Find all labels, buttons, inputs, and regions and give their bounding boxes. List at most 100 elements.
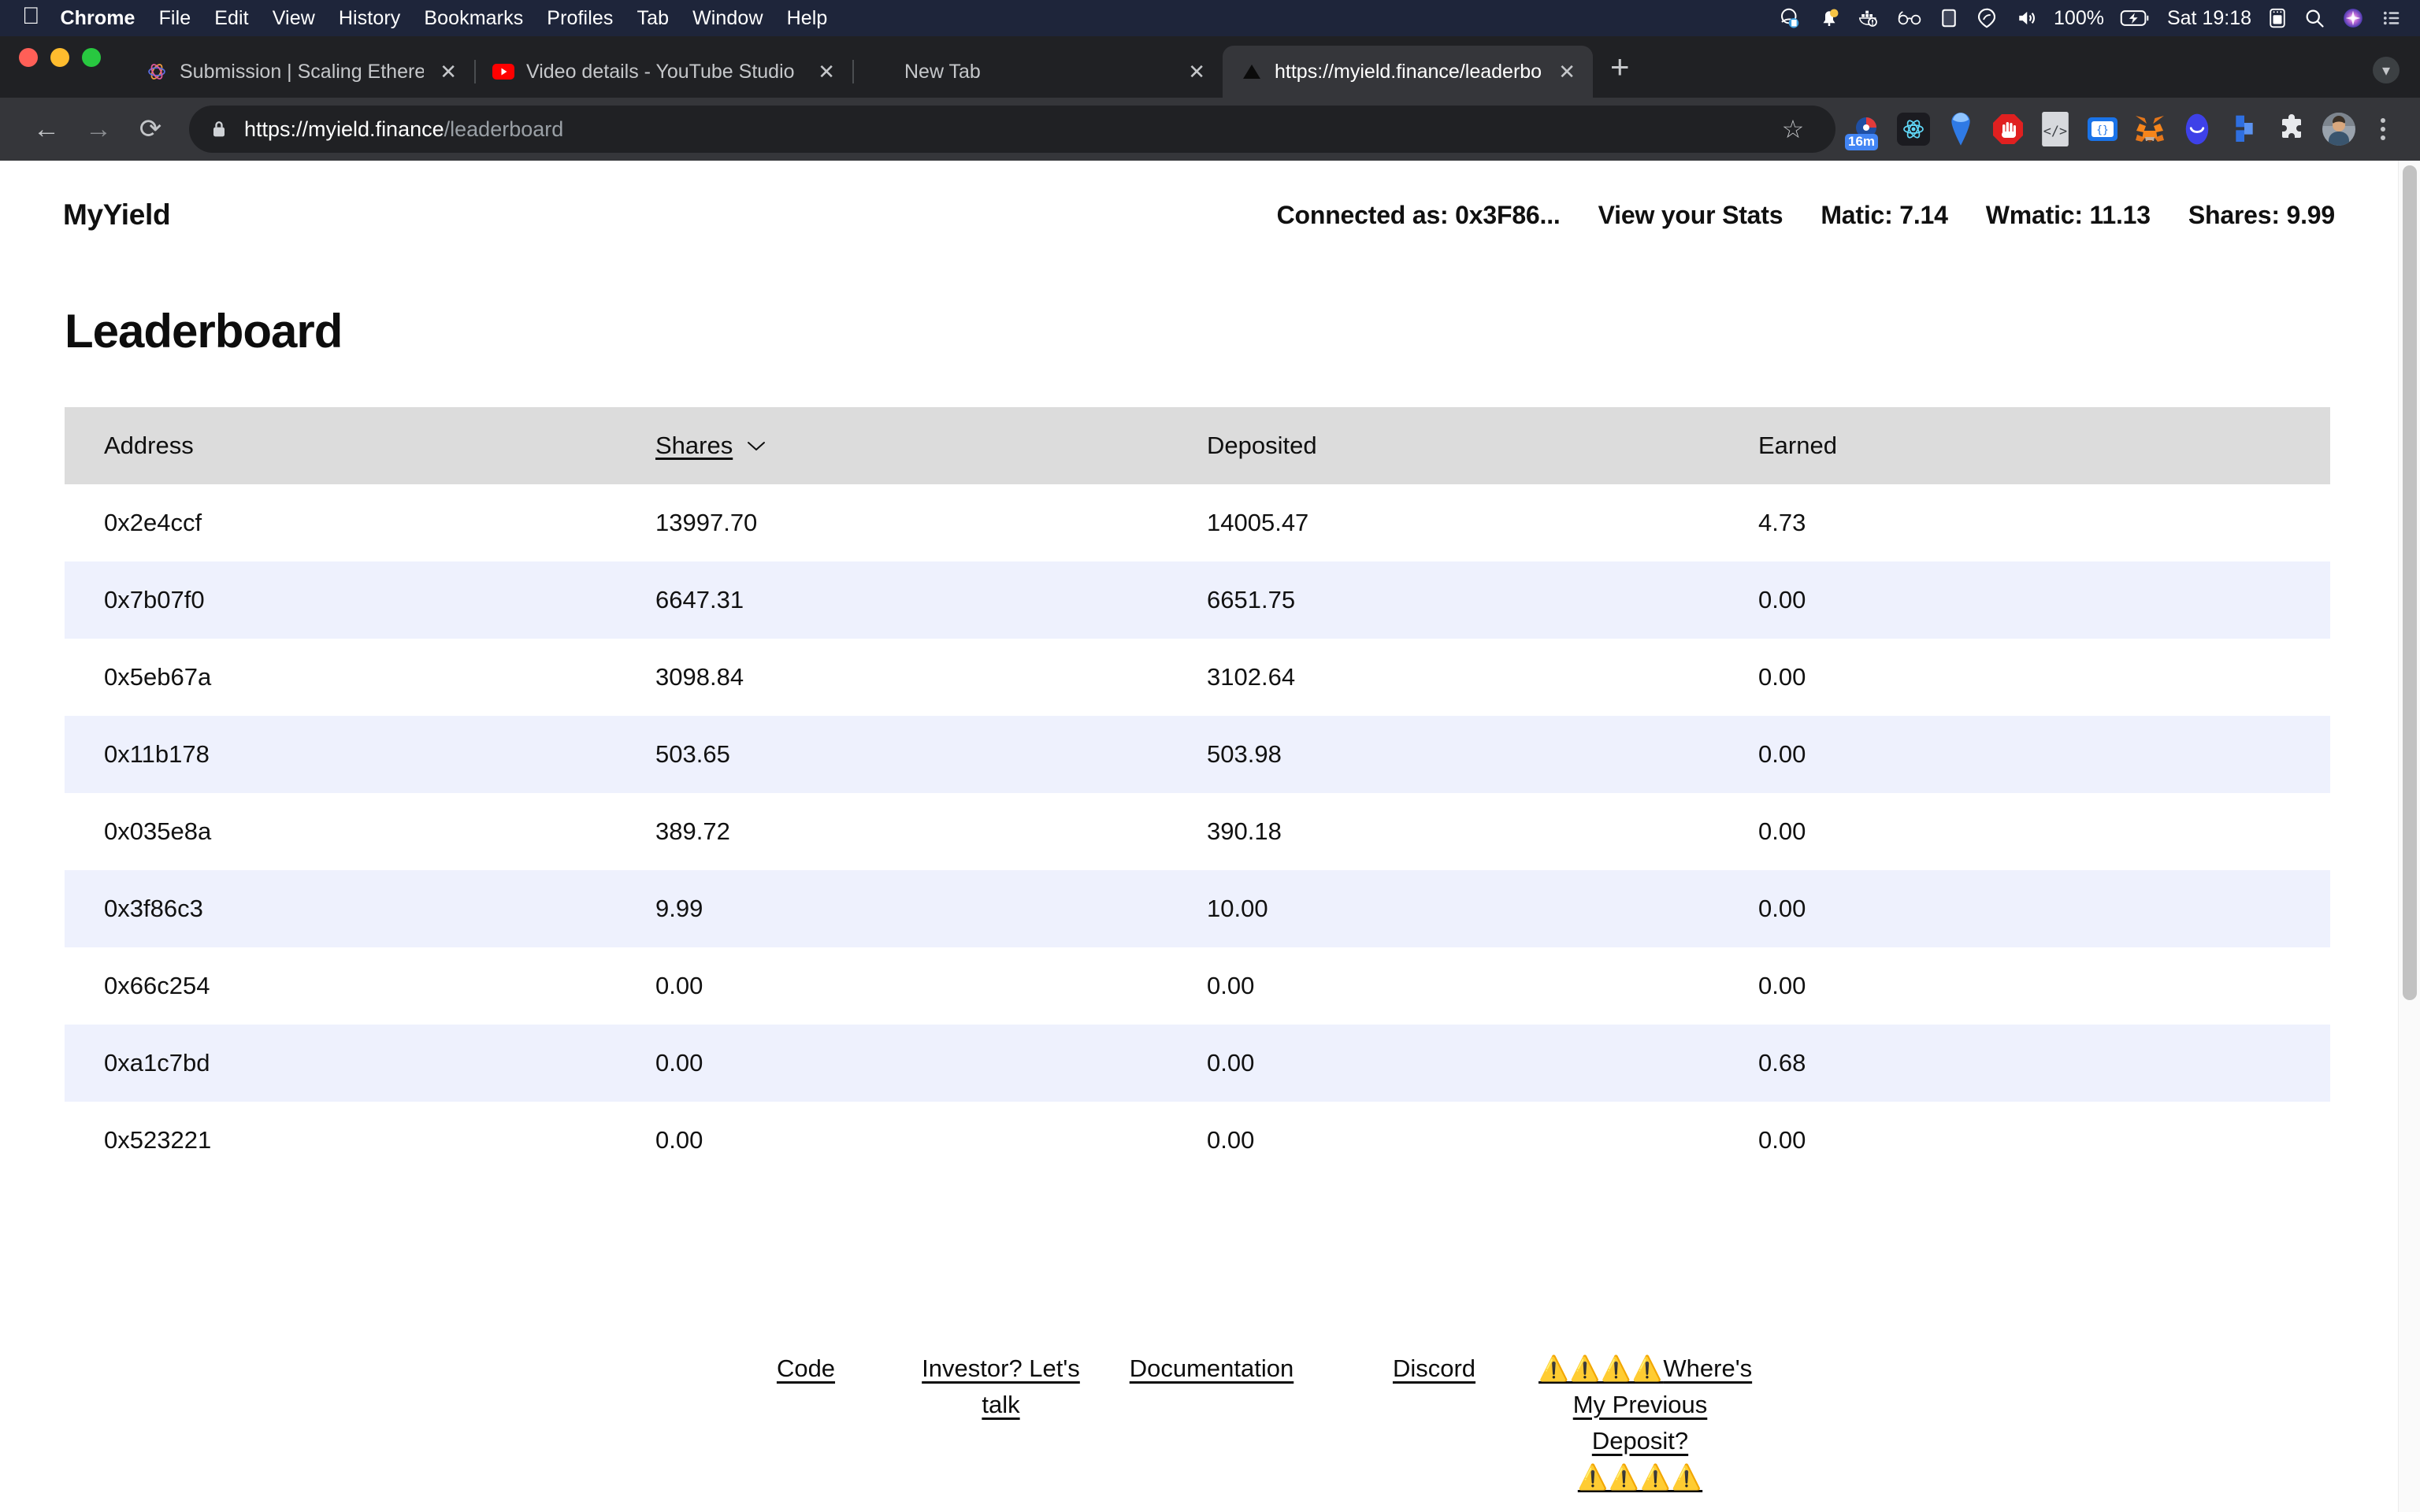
browser-tab-new-tab[interactable]: New Tab ✕ bbox=[852, 46, 1223, 98]
footer-link-investor[interactable]: Investor? Let's talk bbox=[908, 1351, 1093, 1423]
tab-close-icon[interactable]: ✕ bbox=[813, 61, 840, 82]
tab-close-icon[interactable]: ✕ bbox=[1183, 61, 1210, 82]
window-close-button[interactable] bbox=[19, 48, 38, 67]
menubar-item-view[interactable]: View bbox=[273, 7, 315, 30]
window-minimize-button[interactable] bbox=[50, 48, 69, 67]
display-icon[interactable] bbox=[1939, 6, 1959, 30]
clock-label[interactable]: Sat 19:18 bbox=[2167, 7, 2251, 30]
view-your-stats-link[interactable]: View your Stats bbox=[1598, 201, 1783, 230]
column-header-shares-label: Shares bbox=[655, 432, 733, 459]
code-brackets-extension-icon[interactable]: </> bbox=[2036, 109, 2075, 149]
notification-bell-icon[interactable] bbox=[1817, 6, 1841, 30]
puzzle-piece-extensions-icon[interactable] bbox=[2272, 109, 2311, 149]
blue-block-extension-icon[interactable] bbox=[2225, 109, 2264, 149]
table-body: 0x2e4ccf 13997.70 14005.47 4.73 0x7b07f0… bbox=[65, 484, 2330, 1179]
column-header-shares[interactable]: Shares bbox=[616, 407, 1167, 484]
footer-link-discord[interactable]: Discord bbox=[1330, 1351, 1538, 1387]
cell-earned: 0.00 bbox=[1758, 895, 1806, 922]
apple-logo-icon[interactable]:  bbox=[22, 5, 40, 28]
cell-deposited: 14005.47 bbox=[1207, 509, 1309, 536]
tab-close-icon[interactable]: ✕ bbox=[435, 61, 462, 82]
menubar-item-help[interactable]: Help bbox=[787, 7, 828, 30]
menubar-item-tab[interactable]: Tab bbox=[637, 7, 669, 30]
menubar-item-bookmarks[interactable]: Bookmarks bbox=[424, 7, 523, 30]
new-tab-button[interactable]: + bbox=[1610, 50, 1630, 83]
screen-recording-icon[interactable] bbox=[1778, 6, 1802, 30]
pin-marker-extension-icon[interactable] bbox=[1941, 109, 1980, 149]
browser-tab-submission[interactable]: Submission | Scaling Ethereum ✕ bbox=[128, 46, 474, 98]
connected-address-label[interactable]: Connected as: 0x3F86... bbox=[1277, 201, 1561, 230]
menubar-item-chrome[interactable]: Chrome bbox=[61, 7, 135, 30]
cell-address: 0x5eb67a bbox=[104, 663, 212, 691]
three-dot-menu-icon[interactable] bbox=[2363, 107, 2403, 151]
metamask-fox-icon[interactable] bbox=[2130, 109, 2169, 149]
cell-shares: 503.65 bbox=[655, 740, 730, 768]
forward-button[interactable]: → bbox=[72, 103, 124, 155]
column-header-earned[interactable]: Earned bbox=[1719, 407, 2330, 484]
browser-tabstrip: Submission | Scaling Ethereum ✕ Video de… bbox=[0, 36, 2420, 98]
menubar-item-history[interactable]: History bbox=[339, 7, 400, 30]
footer-link-code[interactable]: Code bbox=[703, 1351, 908, 1387]
table-row[interactable]: 0x523221 0.00 0.00 0.00 bbox=[65, 1102, 2330, 1179]
docker-icon[interactable] bbox=[1857, 6, 1880, 30]
siri-icon[interactable] bbox=[2341, 6, 2365, 30]
table-row[interactable]: 0x5eb67a 3098.84 3102.64 0.00 bbox=[65, 639, 2330, 716]
browser-tab-youtube-studio[interactable]: Video details - YouTube Studio ✕ bbox=[474, 46, 852, 98]
control-center-icon[interactable]: ⌘ bbox=[2267, 6, 2288, 30]
column-header-address[interactable]: Address bbox=[65, 407, 616, 484]
reload-button[interactable]: ⟳ bbox=[124, 103, 176, 155]
youtube-icon bbox=[492, 60, 515, 83]
address-bar[interactable]: https://myield.finance/leaderboard ☆ bbox=[189, 106, 1835, 153]
glasses-icon[interactable] bbox=[1896, 6, 1923, 30]
menubar-item-file[interactable]: File bbox=[159, 7, 191, 30]
cell-deposited: 0.00 bbox=[1207, 1126, 1255, 1154]
spotlight-search-icon[interactable] bbox=[2303, 6, 2325, 30]
table-header: Address Shares Deposited Earned bbox=[65, 407, 2330, 484]
list-menu-icon[interactable] bbox=[2381, 6, 2403, 30]
table-row[interactable]: 0x11b178 503.65 503.98 0.00 bbox=[65, 716, 2330, 793]
page-scrollbar[interactable] bbox=[2398, 161, 2420, 1512]
bookmark-star-icon[interactable]: ☆ bbox=[1771, 107, 1815, 151]
table-row[interactable]: 0x3f86c3 9.99 10.00 0.00 bbox=[65, 870, 2330, 947]
cell-deposited: 0.00 bbox=[1207, 972, 1255, 999]
app-header: MyYield Connected as: 0x3F86... View you… bbox=[0, 161, 2398, 232]
time-tracker-extension-icon[interactable]: 16m bbox=[1845, 109, 1886, 150]
window-maximize-button[interactable] bbox=[82, 48, 101, 67]
brand-logo[interactable]: MyYield bbox=[63, 198, 171, 232]
lock-icon[interactable] bbox=[210, 118, 228, 140]
adblock-stop-hand-icon[interactable] bbox=[1988, 109, 2028, 149]
table-row[interactable]: 0x7b07f0 6647.31 6651.75 0.00 bbox=[65, 561, 2330, 639]
menubar-item-window[interactable]: Window bbox=[692, 7, 763, 30]
cell-earned: 0.00 bbox=[1758, 1126, 1806, 1154]
profile-avatar[interactable] bbox=[2319, 109, 2359, 149]
download-arrow-icon[interactable]: ▾ bbox=[2373, 57, 2400, 83]
browser-tab-myield-leaderboard[interactable]: https://myield.finance/leaderbo ✕ bbox=[1223, 46, 1593, 98]
blue-oval-wallet-icon[interactable] bbox=[2177, 109, 2217, 149]
cell-deposited: 3102.64 bbox=[1207, 663, 1296, 691]
menubar-item-edit[interactable]: Edit bbox=[214, 7, 248, 30]
column-header-deposited[interactable]: Deposited bbox=[1167, 407, 1719, 484]
table-row[interactable]: 0x2e4ccf 13997.70 14005.47 4.73 bbox=[65, 484, 2330, 561]
volume-icon[interactable] bbox=[2014, 6, 2038, 30]
table-row[interactable]: 0x035e8a 389.72 390.18 0.00 bbox=[65, 793, 2330, 870]
table-row[interactable]: 0xa1c7bd 0.00 0.00 0.68 bbox=[65, 1025, 2330, 1102]
scrollbar-thumb[interactable] bbox=[2403, 165, 2417, 1000]
battery-charging-icon[interactable] bbox=[2120, 6, 2151, 30]
menubar-item-profiles[interactable]: Profiles bbox=[547, 7, 613, 30]
chevron-down-icon[interactable] bbox=[745, 439, 767, 453]
json-viewer-extension-icon[interactable]: {} bbox=[2083, 109, 2122, 149]
chrome-browser-window: Submission | Scaling Ethereum ✕ Video de… bbox=[0, 36, 2420, 1512]
footer-link-previous-deposit[interactable]: ⚠️⚠️⚠️⚠️Where's My Previous Deposit?⚠️⚠️… bbox=[1538, 1351, 1752, 1495]
screencast-icon[interactable] bbox=[1975, 6, 1999, 30]
url-path: /leaderboard bbox=[444, 117, 564, 141]
cell-deposited: 6651.75 bbox=[1207, 586, 1296, 613]
menubar-status-area: 100% Sat 19:18 ⌘ bbox=[1778, 6, 2403, 30]
tab-close-icon[interactable]: ✕ bbox=[1553, 61, 1580, 82]
cell-shares: 3098.84 bbox=[655, 663, 744, 691]
cell-address: 0x2e4ccf bbox=[104, 509, 202, 536]
sort-control-shares[interactable]: Shares bbox=[655, 432, 767, 460]
footer-link-documentation[interactable]: Documentation bbox=[1093, 1351, 1330, 1387]
react-devtools-icon[interactable] bbox=[1894, 109, 1933, 149]
back-button[interactable]: ← bbox=[20, 103, 72, 155]
table-row[interactable]: 0x66c254 0.00 0.00 0.00 bbox=[65, 947, 2330, 1025]
